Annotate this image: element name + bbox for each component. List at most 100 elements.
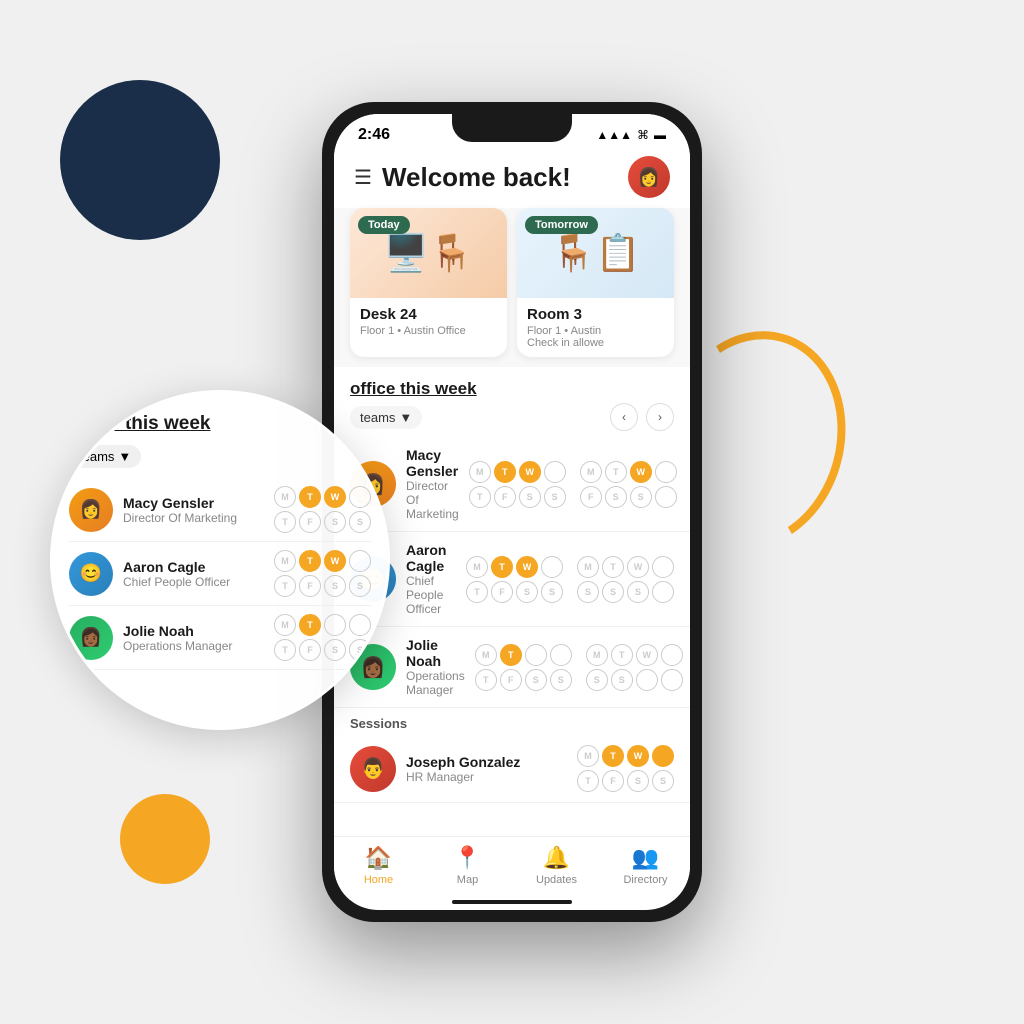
magnify-info-jolie: Jolie Noah Operations Manager — [123, 623, 264, 653]
directory-label: Directory — [623, 874, 667, 886]
person-name-joseph: Joseph Gonzalez — [406, 754, 567, 770]
signal-icon: ▲▲▲ — [596, 128, 632, 142]
magnify-role-jolie: Operations Manager — [123, 639, 264, 653]
avatar[interactable]: 👩 — [628, 156, 670, 198]
person-row-joseph[interactable]: 👨 Joseph Gonzalez HR Manager M T W T F S… — [334, 735, 690, 803]
mag-day-m: M — [274, 486, 296, 508]
day-t: T — [494, 461, 516, 483]
person-row-jolie[interactable]: 👩🏾 Jolie Noah Operations Manager M T T F… — [334, 627, 690, 708]
tomorrow-card-subtitle: Floor 1 • AustinCheck in allowe — [527, 325, 664, 349]
mag-day-e — [349, 486, 371, 508]
today-card-title: Desk 24 — [360, 306, 497, 323]
magnify-teams-label: teams — [79, 449, 114, 464]
mag-day-t: T — [299, 550, 321, 572]
day2-extra — [652, 581, 674, 603]
day-f: F — [500, 669, 522, 691]
day-s2: S — [550, 669, 572, 691]
day2-extra1 — [636, 669, 658, 691]
mag-day-w: W — [324, 486, 346, 508]
magnify-person-macy[interactable]: 👩 Macy Gensler Director Of Marketing M T… — [69, 478, 371, 542]
day-t: T — [602, 745, 624, 767]
day-th: T — [475, 669, 497, 691]
today-card-subtitle: Floor 1 • Austin Office — [360, 325, 497, 337]
magnify-overlay: office this week teams ▼ 👩 Macy Gensler … — [50, 390, 390, 730]
hamburger-icon[interactable]: ☰ — [354, 165, 372, 190]
day-s1: S — [516, 581, 538, 603]
today-booking-card[interactable]: Today 🖥️🪑 Desk 24 Floor 1 • Austin Offic… — [350, 208, 507, 357]
home-icon: 🏠 — [365, 845, 392, 871]
person-info-joseph: Joseph Gonzalez HR Manager — [406, 754, 567, 784]
day-w: W — [627, 745, 649, 767]
status-time: 2:46 — [358, 126, 390, 144]
tomorrow-card-image: Tomorrow 🪑📋 — [517, 208, 674, 298]
mag-day-f: F — [299, 511, 321, 533]
office-title: office this week — [350, 379, 674, 399]
desk-illustration: 🖥️🪑 — [384, 232, 474, 274]
day2-f: F — [580, 486, 602, 508]
nav-map[interactable]: 📍 Map — [423, 845, 512, 886]
person-info-aaron: Aaron Cagle Chief People Officer — [406, 542, 456, 616]
person-role-joseph: HR Manager — [406, 770, 567, 784]
day2-s2: S — [630, 486, 652, 508]
mag-day-w: W — [324, 550, 346, 572]
mag-day-s1: S — [324, 511, 346, 533]
nav-updates[interactable]: 🔔 Updates — [512, 845, 601, 886]
nav-directory[interactable]: 👥 Directory — [601, 845, 690, 886]
day-s1: S — [519, 486, 541, 508]
day-grid-joseph: M T W T F S S — [577, 745, 674, 792]
booking-section: Today 🖥️🪑 Desk 24 Floor 1 • Austin Offic… — [334, 208, 690, 367]
mag-day-s2: S — [349, 575, 371, 597]
day2-w: W — [627, 556, 649, 578]
tomorrow-badge: Tomorrow — [525, 216, 598, 234]
dark-circle-decoration — [60, 80, 220, 240]
mag-day-e1 — [324, 614, 346, 636]
day-f: F — [602, 770, 624, 792]
magnify-title-underline: this week — [125, 413, 211, 434]
day2-f: S — [577, 581, 599, 603]
day2-t: T — [602, 556, 624, 578]
day-grid-jolie: M T T F S S — [475, 644, 572, 691]
person-row-macy[interactable]: 👩 Macy Gensler Director Of Marketing M T… — [334, 437, 690, 532]
teams-label: teams — [360, 410, 395, 425]
day2-m: M — [586, 644, 608, 666]
day2-m: M — [577, 556, 599, 578]
mag-day-m: M — [274, 614, 296, 636]
room-illustration: 🪑📋 — [551, 232, 641, 274]
day-s1: S — [525, 669, 547, 691]
bottom-nav: 🏠 Home 📍 Map 🔔 Updates 👥 Directory — [334, 836, 690, 900]
day-t: T — [500, 644, 522, 666]
day-m: M — [469, 461, 491, 483]
day2-s1: S — [605, 486, 627, 508]
magnify-days-macy: M T W T F S S — [274, 486, 371, 533]
day2-extra2 — [661, 669, 683, 691]
teams-dropdown[interactable]: teams ▼ — [350, 406, 422, 429]
nav-home[interactable]: 🏠 Home — [334, 845, 423, 886]
chevron-down-icon: ▼ — [399, 410, 412, 425]
magnify-name-macy: Macy Gensler — [123, 495, 264, 511]
day-empty — [544, 461, 566, 483]
magnify-content: office this week teams ▼ 👩 Macy Gensler … — [53, 393, 387, 727]
person-role-macy: Director Of Marketing — [406, 479, 459, 521]
office-nav: teams ▼ ‹ › — [350, 403, 674, 431]
person-name-jolie: Jolie Noah — [406, 637, 465, 669]
day-th: T — [577, 770, 599, 792]
day-m: M — [466, 556, 488, 578]
day-th: T — [469, 486, 491, 508]
office-title-prefix: office — [350, 379, 400, 398]
week-nav-arrows: ‹ › — [610, 403, 674, 431]
next-week-button[interactable]: › — [646, 403, 674, 431]
avatar-joseph: 👨 — [350, 746, 396, 792]
day-w: W — [516, 556, 538, 578]
today-card-info: Desk 24 Floor 1 • Austin Office — [350, 298, 507, 345]
day2-t: T — [605, 461, 627, 483]
magnify-person-aaron[interactable]: 😊 Aaron Cagle Chief People Officer M T W… — [69, 542, 371, 606]
tomorrow-booking-card[interactable]: Tomorrow 🪑📋 Room 3 Floor 1 • AustinCheck… — [517, 208, 674, 357]
people-list: 👩 Macy Gensler Director Of Marketing M T… — [334, 437, 690, 836]
prev-week-button[interactable]: ‹ — [610, 403, 638, 431]
magnify-person-jolie[interactable]: 👩🏾 Jolie Noah Operations Manager M T T F… — [69, 606, 371, 670]
magnify-teams-dropdown[interactable]: teams ▼ — [69, 445, 141, 468]
day2-extra — [655, 486, 677, 508]
magnify-title-prefix: office — [69, 413, 125, 434]
day2-t: T — [611, 644, 633, 666]
mag-day-e — [349, 550, 371, 572]
